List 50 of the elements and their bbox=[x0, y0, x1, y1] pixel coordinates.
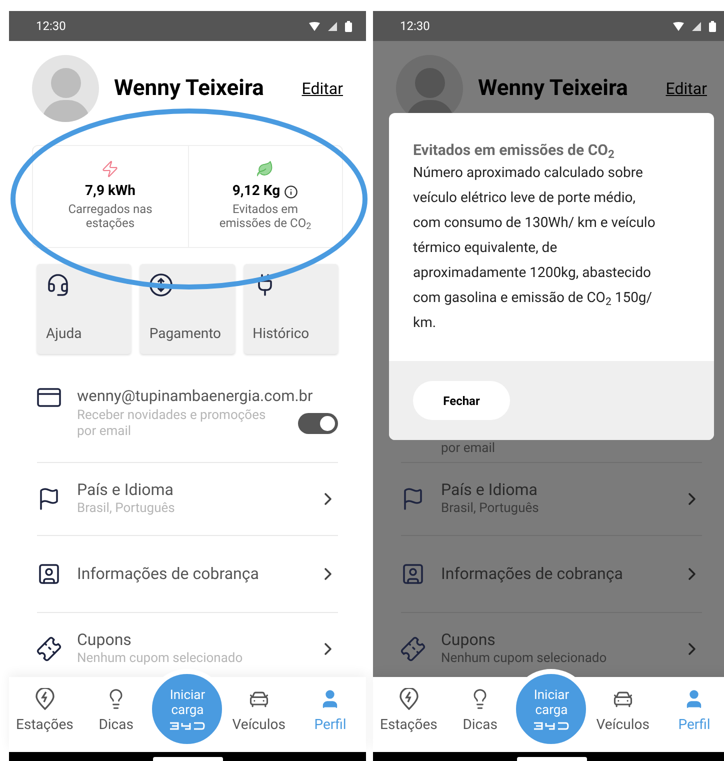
close-button[interactable]: Fechar bbox=[413, 381, 510, 420]
setting-subtitle: Brasil, Português bbox=[77, 500, 176, 518]
pin-bolt-icon bbox=[34, 688, 55, 710]
stat-value: 9,12 Kg bbox=[232, 182, 280, 201]
setting-title[interactable]: Cupons bbox=[77, 630, 318, 650]
battery-icon bbox=[709, 20, 716, 32]
status-time: 12:30 bbox=[400, 18, 430, 35]
quick-action-card[interactable]: Pagamento bbox=[140, 264, 235, 354]
leaf-icon bbox=[256, 160, 274, 178]
setting-title[interactable]: Informações de cobrança bbox=[77, 564, 318, 584]
logo-icon bbox=[169, 722, 206, 730]
swap-circle-icon bbox=[149, 273, 174, 297]
pin-bolt-icon bbox=[398, 688, 419, 710]
lightning-icon bbox=[101, 160, 120, 178]
edit-link[interactable]: Editar bbox=[666, 76, 707, 100]
nav-tab[interactable]: Estações bbox=[373, 677, 444, 752]
setting-subtitle: Brasil, Português bbox=[441, 500, 540, 518]
card-icon bbox=[37, 388, 61, 407]
stat-label: Evitados em emissões de CO$_{2}$ bbox=[218, 202, 312, 230]
signal-icon bbox=[692, 22, 701, 30]
setting-subtitle: Nenhum cupom selecionado bbox=[77, 650, 244, 668]
quick-action-card[interactable]: Histórico bbox=[244, 264, 338, 354]
dialog-title: Evitados em emissões de CO$_{2}$ bbox=[413, 140, 616, 161]
setting-subtitle: Nenhum cupom selecionado bbox=[441, 650, 608, 668]
edit-link[interactable]: Editar bbox=[302, 76, 343, 100]
logo-icon bbox=[533, 722, 570, 730]
nav-tab[interactable]: Estações bbox=[9, 677, 80, 752]
dialog-body: Número aproximado calculado sobre veículo elétrico leve de porte médio, com consumo de 130Wh/ km e veículo térmico equivalente, de aproximadamente 1200kg, abastecido com gasolina e emissão de CO$_{2}$ 150g/ km. bbox=[413, 164, 656, 333]
stat-label: Carregados nas estações bbox=[67, 202, 154, 230]
setting-title[interactable]: País e Idioma bbox=[77, 480, 318, 500]
stat-value: 7,9 kWh bbox=[84, 182, 136, 201]
dimmed-backdrop[interactable] bbox=[373, 41, 724, 677]
quick-action-card[interactable]: Ajuda bbox=[37, 264, 132, 354]
headset-icon bbox=[46, 273, 70, 297]
status-time: 12:30 bbox=[36, 18, 66, 35]
info-icon[interactable] bbox=[284, 184, 298, 198]
wifi-icon bbox=[309, 22, 320, 30]
flag-icon bbox=[37, 487, 61, 511]
battery-icon bbox=[345, 20, 352, 32]
flag-icon bbox=[401, 487, 425, 511]
signal-icon bbox=[328, 22, 337, 30]
email-address: wenny@tupinambaenergia.com.br bbox=[77, 386, 314, 406]
email-subtitle: Receber novidades e promoções por email bbox=[77, 408, 267, 440]
email-subtitle: por email bbox=[441, 441, 496, 457]
user-name: Wenny Teixeira bbox=[478, 75, 629, 103]
wifi-icon bbox=[673, 22, 684, 30]
user-card-icon bbox=[401, 562, 425, 586]
toggle-switch[interactable] bbox=[298, 412, 338, 434]
user-name: Wenny Teixeira bbox=[114, 75, 265, 103]
user-card-icon bbox=[37, 562, 61, 586]
